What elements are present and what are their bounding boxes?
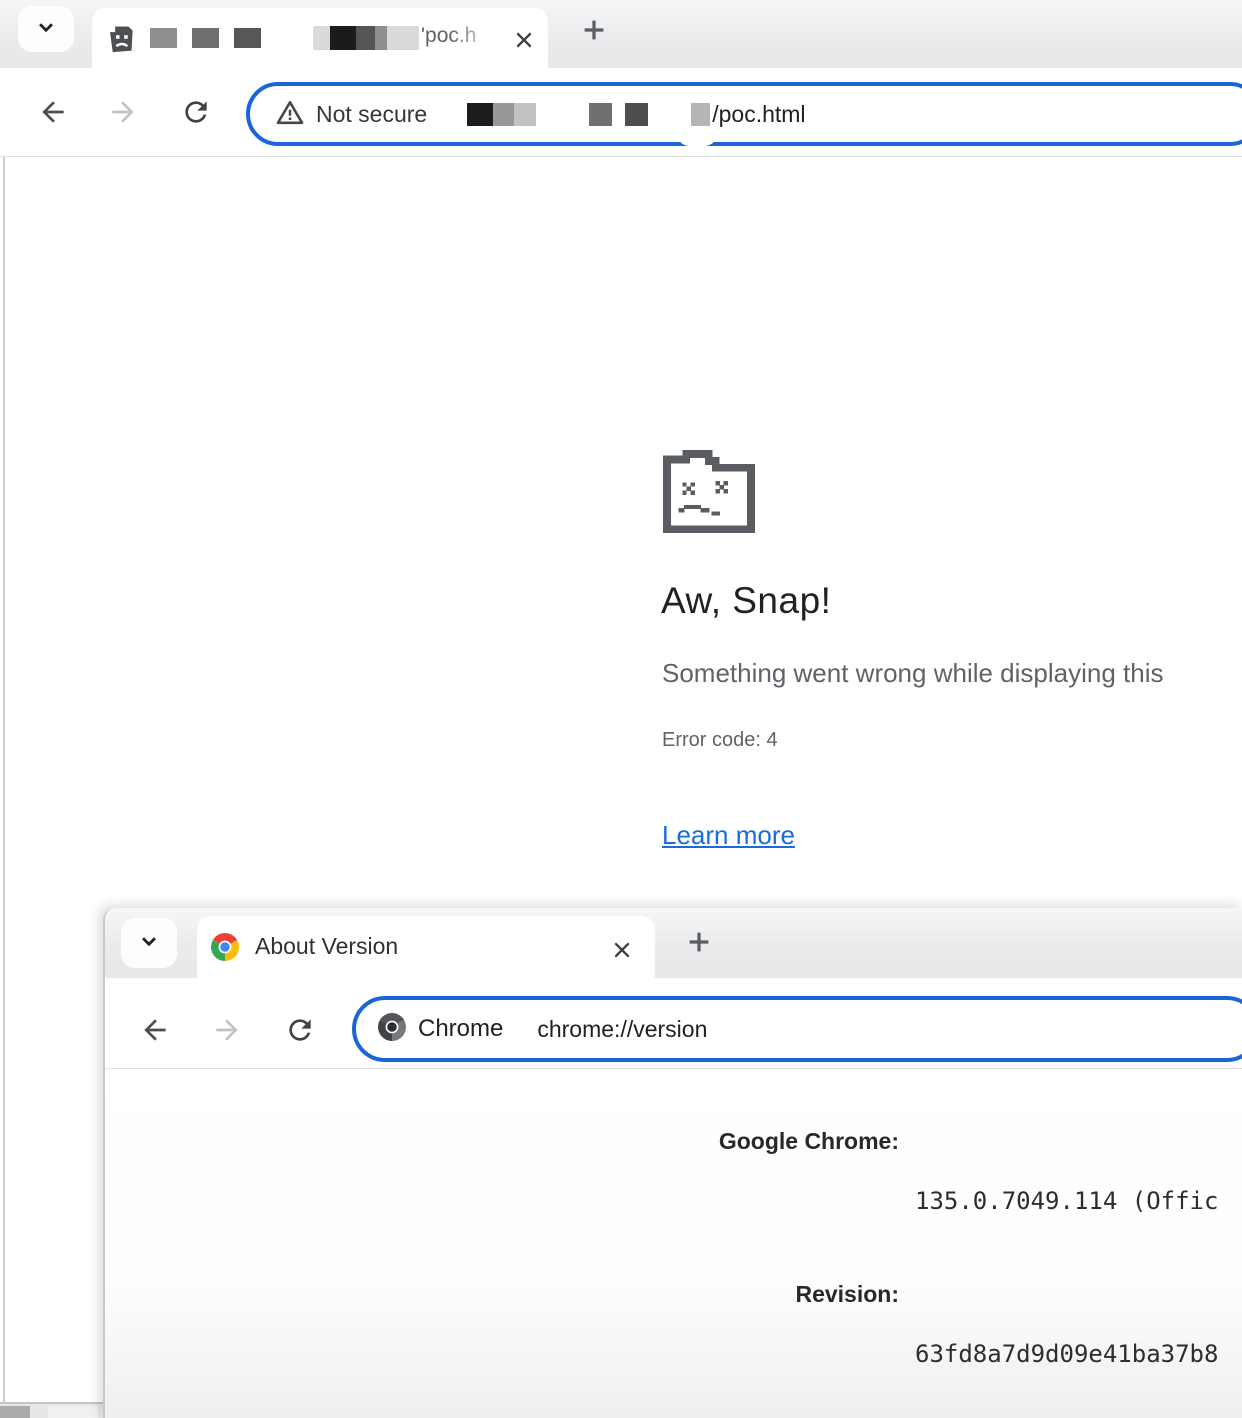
forward-button[interactable]	[210, 1014, 244, 1048]
version-label: Revision:	[105, 1279, 899, 1418]
tab-search-button[interactable]	[18, 6, 74, 52]
chrome-logo-icon	[211, 933, 239, 961]
redacted-block	[375, 26, 387, 50]
redacted-block	[234, 28, 261, 48]
forward-arrow-icon	[211, 1014, 243, 1049]
tab-about-version[interactable]: About Version	[197, 916, 655, 978]
forward-arrow-icon	[107, 96, 139, 131]
close-icon	[611, 939, 633, 966]
chevron-down-icon	[136, 928, 162, 959]
redacted-block	[514, 103, 536, 126]
tab-strip: 'poc.h	[0, 0, 1242, 68]
reload-button[interactable]	[283, 1014, 317, 1048]
learn-more-link[interactable]: Learn more	[662, 820, 795, 851]
site-label: Chrome	[418, 1015, 503, 1043]
redacted-block	[192, 28, 219, 48]
url-text: /poc.html	[712, 101, 805, 128]
reload-icon	[284, 1014, 316, 1049]
address-bar[interactable]: Chrome chrome://version	[352, 996, 1242, 1062]
redacted-block	[589, 103, 612, 126]
sad-folder-icon	[663, 450, 755, 533]
error-message: Something went wrong while displaying th…	[662, 658, 1164, 689]
back-button[interactable]	[138, 1014, 172, 1048]
plus-icon	[684, 927, 714, 962]
redacted-block	[330, 26, 356, 50]
chrome-logo-gray-icon	[378, 1013, 406, 1046]
reload-button[interactable]	[179, 96, 213, 130]
tab-close-button[interactable]	[609, 939, 635, 965]
version-value: 63fd8a7d9d09e41ba37b8 refs/branch-heads/…	[915, 1279, 1242, 1418]
new-tab-button[interactable]	[576, 14, 612, 50]
security-label: Not secure	[316, 101, 427, 128]
url-text: chrome://version	[537, 1016, 707, 1043]
tab-strip: About Version	[105, 908, 1242, 978]
redacted-block	[625, 103, 648, 126]
version-page: Google Chrome: 135.0.7049.114 (Offic Rev…	[105, 1069, 1242, 1418]
crashed-page-favicon	[108, 24, 136, 54]
window-left-edge	[3, 157, 5, 1418]
tab-close-button[interactable]	[511, 29, 537, 55]
tab-search-button[interactable]	[121, 918, 177, 968]
omnibox-notch	[680, 134, 714, 147]
window-bottom-frame-shadow	[0, 1406, 30, 1418]
plus-icon	[579, 15, 609, 50]
back-button[interactable]	[36, 96, 70, 130]
back-arrow-icon	[139, 1014, 171, 1049]
close-icon	[513, 29, 535, 56]
chevron-down-icon	[33, 14, 59, 45]
error-title: Aw, Snap!	[661, 580, 831, 622]
reload-icon	[180, 96, 212, 131]
version-table: Google Chrome: 135.0.7049.114 (Offic Rev…	[105, 1126, 1242, 1418]
error-code: Error code: 4	[662, 729, 778, 752]
version-label: Google Chrome:	[105, 1126, 899, 1276]
redacted-block	[356, 26, 375, 50]
warning-triangle-icon	[274, 97, 306, 132]
tab-title-fade	[450, 16, 512, 62]
chrome-window-bottom: About Version	[103, 908, 1242, 1418]
forward-button[interactable]	[106, 96, 140, 130]
redacted-block	[493, 103, 514, 126]
tab-poc[interactable]: 'poc.h	[92, 8, 548, 68]
toolbar-divider	[0, 156, 1242, 157]
version-value: 135.0.7049.114 (Offic	[915, 1126, 1242, 1276]
address-bar[interactable]: Not secure /poc.html	[246, 82, 1242, 146]
back-arrow-icon	[37, 96, 69, 131]
redacted-block	[691, 103, 710, 126]
redacted-block	[150, 28, 177, 48]
version-row: Revision: 63fd8a7d9d09e41ba37b8 refs/bra…	[105, 1279, 1242, 1418]
window-bottom-frame-highlight	[48, 1406, 98, 1418]
redacted-block	[467, 103, 493, 126]
new-tab-button[interactable]	[681, 926, 717, 962]
screen: 'poc.h	[0, 0, 1242, 1418]
tab-title: About Version	[255, 933, 398, 960]
version-row: Google Chrome: 135.0.7049.114 (Offic	[105, 1126, 1242, 1276]
